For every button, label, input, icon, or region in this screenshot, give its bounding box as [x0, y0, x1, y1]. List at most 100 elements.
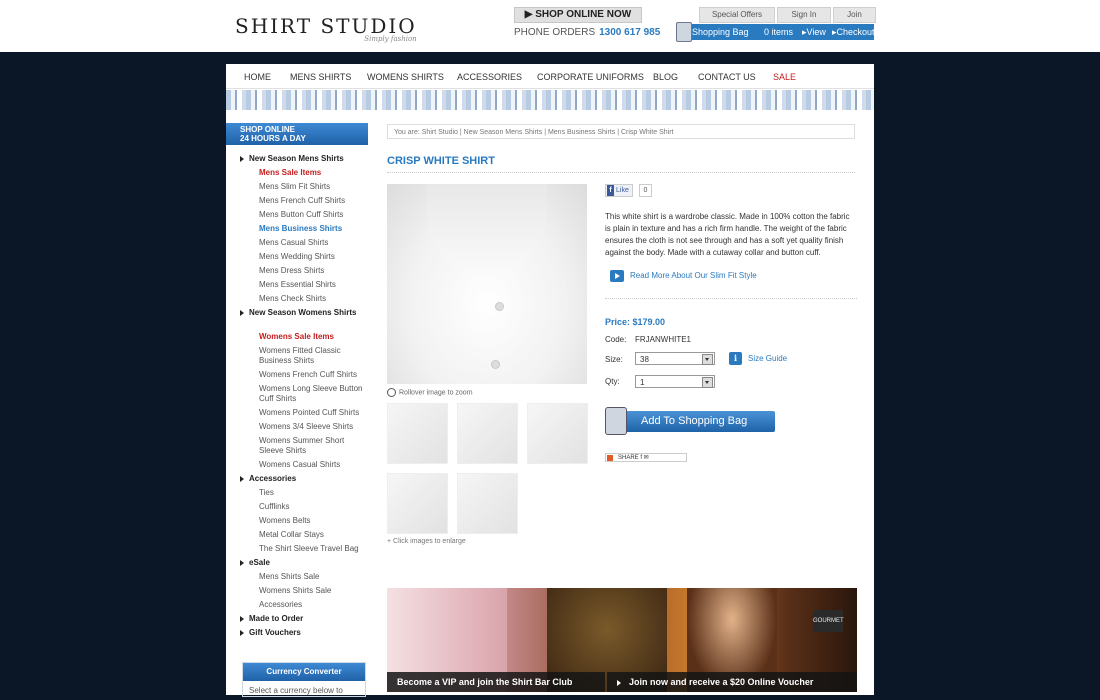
bag-items-count: 0 items [764, 27, 794, 37]
play-icon [610, 270, 624, 282]
sidebar-category-label: New Season Womens Shirts [249, 308, 357, 317]
sidebar-category[interactable]: Accessories [240, 474, 296, 483]
size-select[interactable]: 38 [635, 352, 715, 365]
size-label: Size: [605, 355, 623, 364]
info-icon: i [729, 352, 742, 365]
sidebar-item[interactable]: Womens Casual Shirts [259, 460, 371, 470]
zoom-hint: Rollover image to zoom [387, 388, 473, 397]
expand-arrow-icon [240, 309, 244, 316]
sidebar-item[interactable]: Womens Fitted Classic Business Shirts [259, 346, 355, 366]
description-divider [605, 298, 857, 299]
logo[interactable]: SHIRT STUDIO Simply fashion [235, 14, 417, 43]
voucher-caption[interactable]: Join now and receive a $20 Online Vouche… [607, 672, 857, 692]
sidebar-category[interactable]: eSale [240, 558, 270, 567]
sidebar-item[interactable]: Mens Business Shirts [259, 224, 371, 234]
currency-converter: Currency Converter Select a currency bel… [242, 662, 366, 697]
sidebar-item[interactable]: Womens Sale Items [259, 332, 371, 342]
product-price: Price: $179.00 [605, 317, 666, 327]
product-thumbnail[interactable] [457, 403, 518, 464]
share-label: SHARE [618, 455, 639, 461]
vip-club-caption[interactable]: Become a VIP and join the Shirt Bar Club [387, 672, 605, 692]
nav-sale[interactable]: SALE [773, 72, 796, 82]
sidebar-item[interactable]: Mens French Cuff Shirts [259, 196, 371, 206]
expand-arrow-icon [240, 475, 244, 482]
breadcrumb: You are: Shirt Studio | New Season Mens … [387, 124, 855, 139]
sidebar-category[interactable]: New Season Mens Shirts [240, 154, 344, 163]
nav-accessories[interactable]: ACCESSORIES [457, 72, 522, 82]
add-to-bag-button[interactable]: Add To Shopping Bag [605, 407, 775, 435]
vip-promo-banner[interactable]: GOURMET Become a VIP and join the Shirt … [387, 588, 857, 692]
bag-checkout-link[interactable]: ▸Checkout [832, 24, 875, 40]
product-code: FRJANWHITE1 [635, 335, 691, 344]
sidebar-item[interactable]: Cufflinks [259, 502, 371, 512]
shirt-collar-image [427, 184, 547, 274]
sidebar-item[interactable]: Mens Wedding Shirts [259, 252, 371, 262]
nav-mens-shirts[interactable]: MENS SHIRTS [290, 72, 351, 82]
sidebar-item[interactable]: Womens Belts [259, 516, 371, 526]
sidebar-item[interactable]: Mens Casual Shirts [259, 238, 371, 248]
expand-arrow-icon [240, 559, 244, 566]
qty-label: Qty: [605, 377, 620, 386]
shop-online-label: SHOP ONLINE NOW [535, 9, 632, 20]
sidebar-item[interactable]: Mens Shirts Sale [259, 572, 371, 582]
sidebar-category[interactable]: Made to Order [240, 614, 303, 623]
shop-online-button[interactable]: ▶ SHOP ONLINE NOW [514, 7, 642, 23]
chevron-down-icon [702, 377, 713, 388]
share-button[interactable]: SHARE f ✉ [605, 453, 687, 462]
voucher-caption-text: Join now and receive a $20 Online Vouche… [629, 677, 814, 687]
sidebar-item[interactable]: The Shirt Sleeve Travel Bag [259, 544, 371, 554]
sidebar-item[interactable]: Womens Long Sleeve Button Cuff Shirts [259, 384, 371, 404]
sidebar-item[interactable]: Metal Collar Stays [259, 530, 371, 540]
share-plus-icon [607, 455, 613, 461]
sidebar-category[interactable]: Gift Vouchers [240, 628, 301, 637]
nav-blog[interactable]: BLOG [653, 72, 678, 82]
sidebar-item[interactable]: Womens Shirts Sale [259, 586, 371, 596]
social-icons: f ✉ [640, 455, 649, 461]
shopping-bag-label[interactable]: Shopping Bag [692, 24, 749, 40]
shop-24-hours-badge: SHOP ONLINE 24 HOURS A DAY [226, 123, 368, 145]
nav-corporate-uniforms[interactable]: CORPORATE UNIFORMS [537, 72, 644, 82]
zoom-hint-text: Rollover image to zoom [399, 389, 473, 397]
like-count: 0 [639, 184, 652, 197]
product-thumbnail[interactable] [527, 403, 588, 464]
sidebar-item[interactable]: Mens Dress Shirts [259, 266, 371, 276]
bag-view-link[interactable]: ▸View [802, 24, 826, 40]
expand-arrow-icon [240, 615, 244, 622]
facebook-like-button[interactable]: f Like [605, 184, 633, 197]
sidebar-item[interactable]: Womens Summer Short Sleeve Shirts [259, 436, 359, 456]
nav-womens-shirts[interactable]: WOMENS SHIRTS [367, 72, 444, 82]
size-guide-link[interactable]: i Size Guide [729, 352, 787, 365]
sidebar-item[interactable]: Mens Essential Shirts [259, 280, 371, 290]
sidebar-item[interactable]: Accessories [259, 600, 371, 610]
shopping-bag-bar: Shopping Bag 0 items ▸View ▸Checkout [676, 22, 875, 42]
special-offers-link[interactable]: Special Offers [699, 7, 775, 23]
expand-arrow-icon [240, 629, 244, 636]
sidebar-item[interactable]: Mens Slim Fit Shirts [259, 182, 371, 192]
sidebar-item[interactable]: Womens Pointed Cuff Shirts [259, 408, 371, 418]
sidebar-item[interactable]: Mens Button Cuff Shirts [259, 210, 371, 220]
sign-in-link[interactable]: Sign In [777, 7, 831, 23]
currency-converter-title: Currency Converter [243, 663, 365, 681]
nav-contact-us[interactable]: CONTACT US [698, 72, 756, 82]
sidebar-item[interactable]: Mens Check Shirts [259, 294, 371, 304]
sidebar-item[interactable]: Mens Sale Items [259, 168, 371, 178]
nav-home[interactable]: HOME [244, 72, 271, 82]
bag-view-label: View [806, 27, 826, 37]
join-link[interactable]: Join [833, 7, 876, 23]
sidebar-category-label: Gift Vouchers [249, 628, 301, 637]
product-thumbnail[interactable] [387, 473, 448, 534]
main-nav: HOME MENS SHIRTS WOMENS SHIRTS ACCESSORI… [226, 64, 874, 89]
product-thumbnail[interactable] [387, 403, 448, 464]
read-more-link[interactable]: Read More About Our Slim Fit Style [610, 270, 757, 282]
magnifier-icon [387, 388, 396, 397]
quantity-select[interactable]: 1 [635, 375, 715, 388]
chevron-down-icon [702, 354, 713, 365]
sidebar-item[interactable]: Womens 3/4 Sleeve Shirts [259, 422, 371, 432]
product-thumbnail[interactable] [457, 473, 518, 534]
sidebar-item[interactable]: Ties [259, 488, 371, 498]
page-content: HOME MENS SHIRTS WOMENS SHIRTS ACCESSORI… [226, 64, 874, 697]
product-main-image[interactable] [387, 184, 587, 384]
sidebar-category[interactable]: New Season Womens Shirts [240, 308, 360, 318]
sidebar-item[interactable]: Womens French Cuff Shirts [259, 370, 371, 380]
phone-number: 1300 617 985 [599, 27, 661, 38]
